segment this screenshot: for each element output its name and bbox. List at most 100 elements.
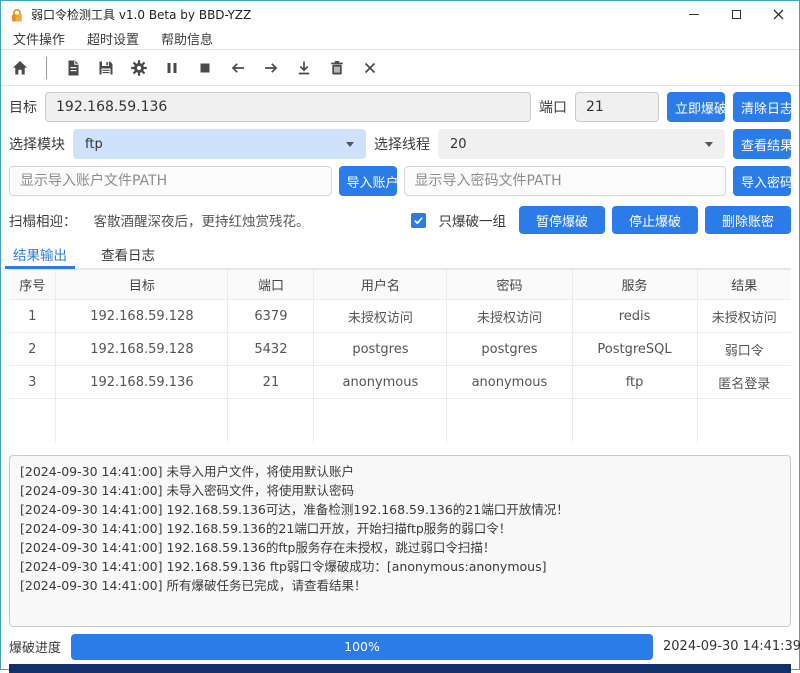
import-password-button[interactable]: 导入密码 [733, 166, 791, 196]
table-cell: postgres [447, 333, 572, 366]
port-input[interactable] [575, 92, 659, 122]
table-row[interactable]: 1192.168.59.1286379未授权访问未授权访问redis未授权访问 [9, 300, 791, 333]
progress-label: 爆破进度 [9, 637, 61, 656]
log-line: [2024-09-30 14:41:00] 192.168.59.136可达，准… [20, 500, 780, 519]
tab[interactable]: 查看日志 [97, 240, 159, 268]
stop-icon[interactable] [196, 59, 214, 77]
view-results-button[interactable]: 查看结果 [733, 129, 791, 159]
table-cell: 5432 [228, 333, 314, 366]
chevron-down-icon [346, 142, 354, 147]
table-row[interactable]: 3192.168.59.13621anonymousanonymousftp匿名… [9, 366, 791, 399]
table-cell: 1 [9, 300, 56, 333]
module-select[interactable]: ftp [73, 129, 366, 159]
taskbar-strip [9, 664, 791, 673]
log-line: [2024-09-30 14:41:00] 192.168.59.136 ftp… [20, 557, 780, 576]
menu-item[interactable]: 帮助信息 [161, 29, 213, 48]
table-cell: 192.168.59.128 [56, 300, 228, 333]
check-icon [413, 215, 424, 226]
table-header-cell: 密码 [447, 270, 572, 300]
module-select-value: ftp [85, 137, 103, 152]
tab[interactable]: 结果输出 [9, 240, 71, 268]
log-line: [2024-09-30 14:41:00] 未导入用户文件，将使用默认账户 [20, 462, 780, 481]
toolbar [1, 50, 799, 85]
title-bar: 弱口令检测工具 v1.0 Beta by BBD-YZZ [1, 1, 799, 28]
maximize-icon [732, 10, 741, 19]
account-path-input[interactable] [9, 166, 332, 196]
home-icon[interactable] [11, 59, 29, 77]
close-task-icon[interactable] [361, 59, 379, 77]
table-cell: 6379 [228, 300, 314, 333]
delete-credentials-button[interactable]: 删除账密 [705, 206, 791, 234]
menu-item[interactable]: 超时设置 [87, 29, 139, 48]
arrow-right-icon[interactable] [262, 59, 280, 77]
table-cell: 2 [9, 333, 56, 366]
table-body: 1192.168.59.1286379未授权访问未授权访问redis未授权访问2… [9, 300, 791, 443]
stop-crack-button[interactable]: 停止爆破 [612, 206, 698, 234]
app-window: 弱口令检测工具 v1.0 Beta by BBD-YZZ 文件操作 超时设置 帮助信… [0, 0, 800, 670]
arrow-left-icon[interactable] [229, 59, 247, 77]
pause-icon[interactable] [163, 59, 181, 77]
password-path-input[interactable] [404, 166, 727, 196]
toolbar-separator [46, 57, 47, 79]
log-line: [2024-09-30 14:41:00] 192.168.59.136的ftp… [20, 538, 780, 557]
thread-select-value: 20 [450, 137, 467, 152]
clear-log-button[interactable]: 清除日志 [733, 92, 791, 122]
crack-now-button[interactable]: 立即爆破 [667, 92, 725, 122]
progress-value: 100% [71, 634, 653, 660]
table-cell: 匿名登录 [697, 366, 791, 399]
table-header-cell: 用户名 [314, 270, 447, 300]
table-cell: 未授权访问 [697, 300, 791, 333]
single-group-label: 只爆破一组 [439, 210, 507, 230]
table-header-cell: 端口 [228, 270, 314, 300]
table-filler-row [9, 399, 791, 443]
save-icon[interactable] [97, 59, 115, 77]
results-table: 序号目标端口用户名密码服务结果 1192.168.59.1286379未授权访问… [9, 269, 791, 443]
target-label: 目标 [9, 97, 37, 117]
table-header-cell: 序号 [9, 270, 56, 300]
file-icon[interactable] [64, 59, 82, 77]
progress-bar: 100% [71, 634, 653, 660]
trash-icon[interactable] [328, 59, 346, 77]
thread-label: 选择线程 [374, 134, 430, 154]
close-button[interactable] [757, 1, 799, 28]
tab-bar: 结果输出查看日志 [9, 240, 791, 269]
table-cell: 21 [228, 366, 314, 399]
table-cell: postgres [314, 333, 447, 366]
greeting-label: 扫榻相迎： [9, 210, 77, 230]
greeting-text: 客散酒醒深夜后，更持红烛赏残花。 [94, 210, 310, 230]
log-output[interactable]: [2024-09-30 14:41:00] 未导入用户文件，将使用默认账户[20… [9, 455, 791, 627]
table-row[interactable]: 2192.168.59.1285432postgrespostgresPostg… [9, 333, 791, 366]
table-header-cell: 目标 [56, 270, 228, 300]
module-row: 选择模块 ftp 选择线程 20 查看结果 [9, 129, 791, 159]
minimize-icon [689, 14, 699, 15]
target-row: 目标 端口 立即爆破 清除日志 [9, 92, 791, 122]
single-group-checkbox[interactable] [411, 213, 426, 228]
maximize-button[interactable] [715, 1, 757, 28]
table-cell: PostgreSQL [572, 333, 697, 366]
table-header-row: 序号目标端口用户名密码服务结果 [9, 270, 791, 300]
table-cell: 未授权访问 [314, 300, 447, 333]
port-label: 端口 [539, 97, 567, 117]
minimize-button[interactable] [673, 1, 715, 28]
import-account-button[interactable]: 导入账户 [339, 166, 397, 196]
table-cell: 192.168.59.136 [56, 366, 228, 399]
table-cell: 3 [9, 366, 56, 399]
import-row: 导入账户 导入密码 [9, 166, 791, 196]
log-line: [2024-09-30 14:41:00] 未导入密码文件，将使用默认密码 [20, 481, 780, 500]
control-row: 扫榻相迎： 客散酒醒深夜后，更持红烛赏残花。 只爆破一组 暂停爆破 停止爆破 删… [9, 206, 791, 234]
close-icon [773, 9, 784, 20]
module-label: 选择模块 [9, 134, 65, 154]
table-cell: ftp [572, 366, 697, 399]
target-input[interactable] [45, 92, 531, 122]
download-icon[interactable] [295, 59, 313, 77]
lock-icon [9, 7, 25, 23]
table-cell: anonymous [314, 366, 447, 399]
main-content: 目标 端口 立即爆破 清除日志 选择模块 ftp 选择线程 20 查看结果 导入… [1, 86, 799, 673]
menu-item[interactable]: 文件操作 [13, 29, 65, 48]
thread-select[interactable]: 20 [438, 129, 725, 159]
footer-timestamp: 2024-09-30 14:41:39 [663, 639, 791, 654]
table-cell: 弱口令 [697, 333, 791, 366]
pause-crack-button[interactable]: 暂停爆破 [519, 206, 605, 234]
table-cell: 未授权访问 [447, 300, 572, 333]
gear-icon[interactable] [130, 59, 148, 77]
